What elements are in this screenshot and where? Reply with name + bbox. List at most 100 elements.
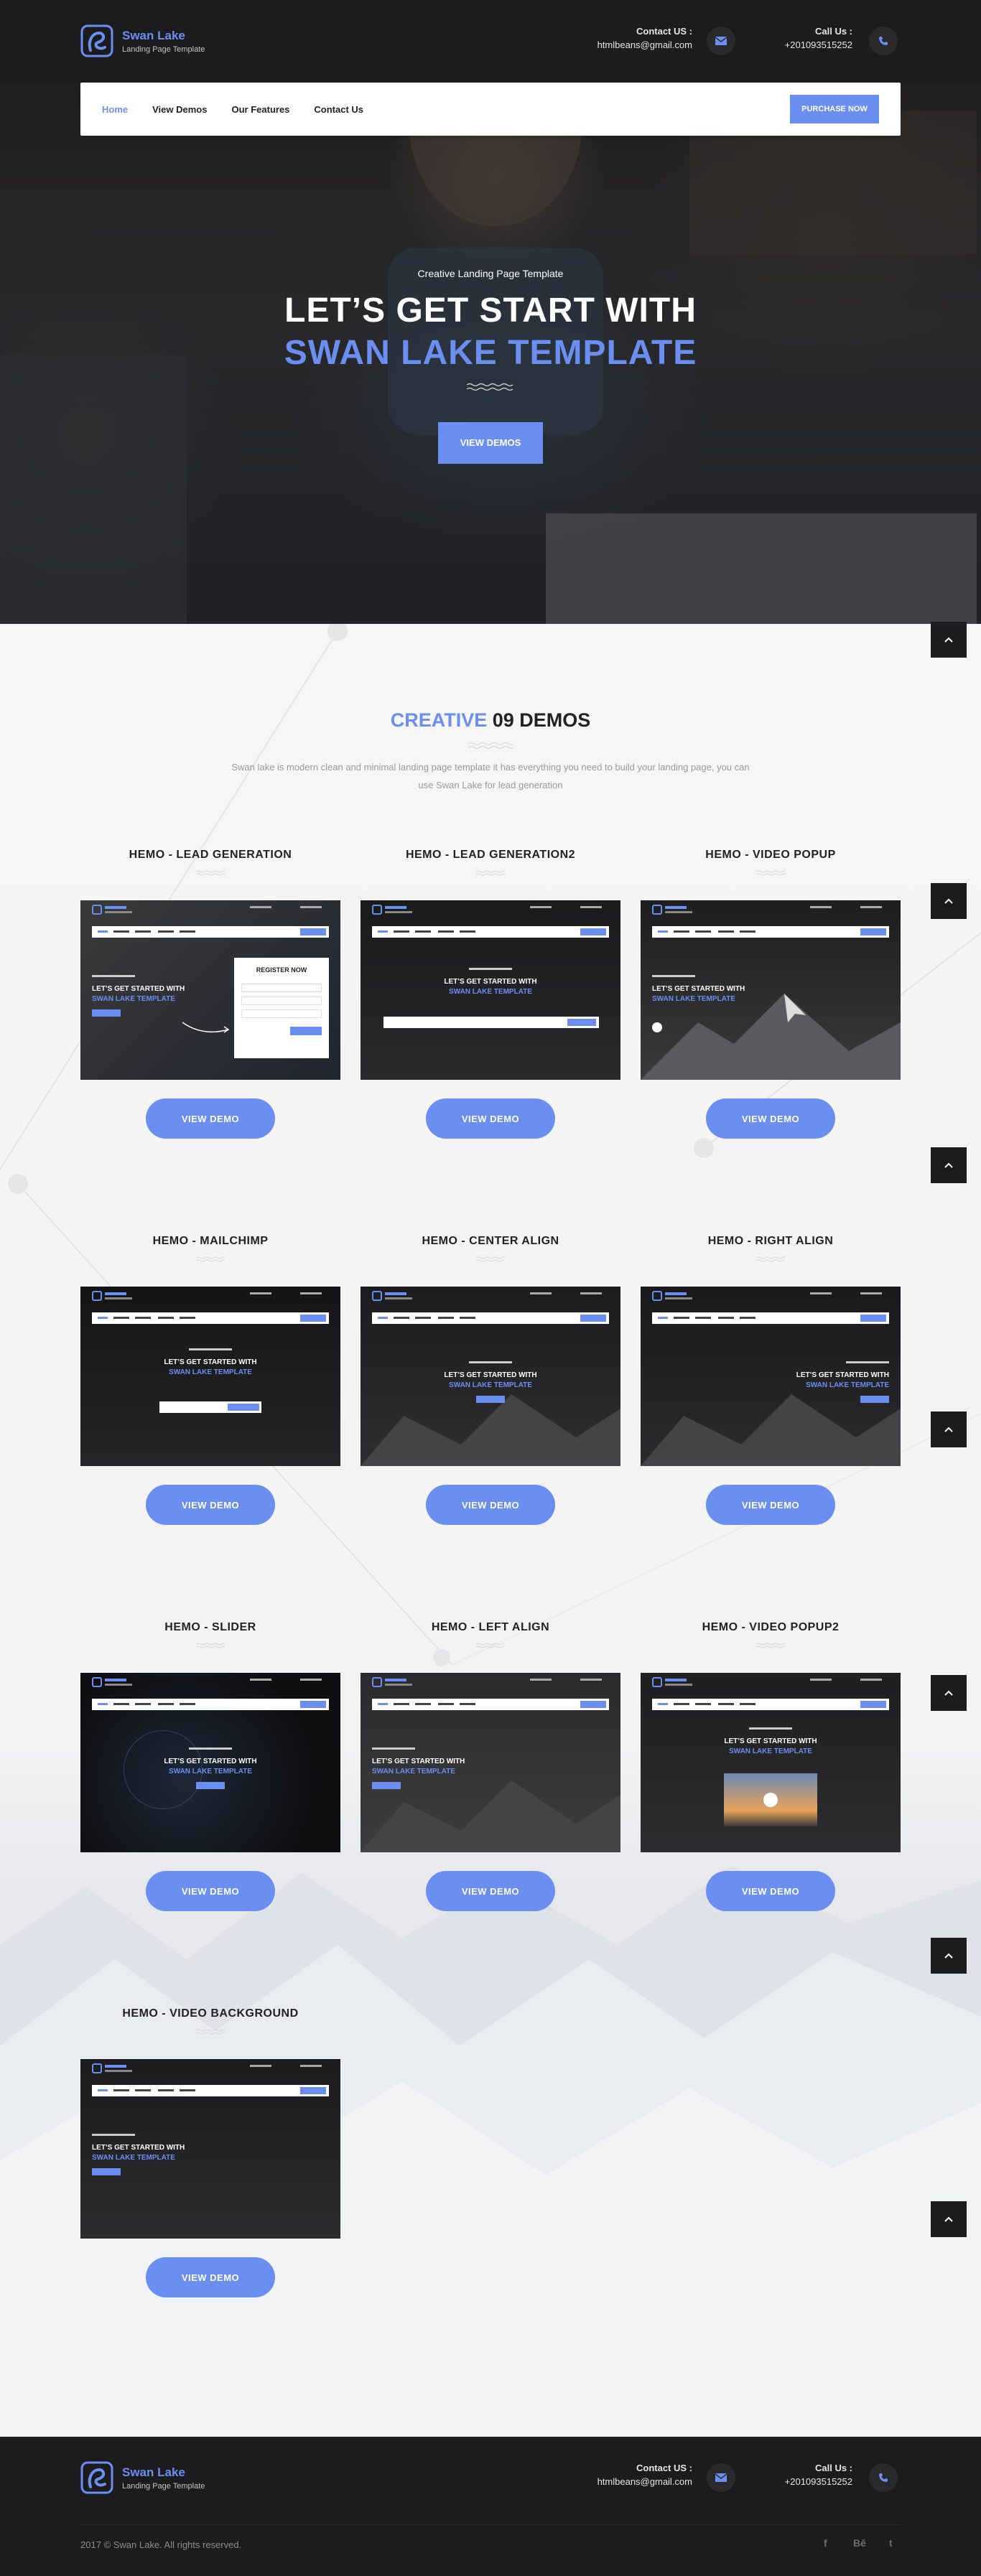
back-to-top-button[interactable]: [931, 1938, 967, 1974]
mini-header: [652, 905, 889, 916]
mini-header: [92, 1677, 329, 1689]
footer-contact-email-value[interactable]: htmlbeans@gmail.com: [546, 2476, 692, 2487]
demo-title: HEMO - VIDEO POPUP2: [702, 1621, 840, 1633]
demo-preview-image[interactable]: LET’S GET STARTED WITH SWAN LAKE TEMPLAT…: [361, 1673, 620, 1852]
logo[interactable]: Swan Lake Landing Page Template: [80, 24, 205, 57]
demo-card: HEMO - CENTER ALIGN LET’S GET STARTED WI…: [361, 1235, 620, 1525]
view-demo-button[interactable]: VIEW DEMO: [426, 1871, 555, 1911]
demo-card: HEMO - VIDEO POPUP2 LET’S GET STARTED WI…: [641, 1621, 901, 1911]
demos-title-rest: 09 DEMOS: [487, 709, 591, 731]
mini-heading-line1: LET’S GET STARTED WITH: [444, 1371, 537, 1379]
demo-card: HEMO - RIGHT ALIGN LET’S GET STARTED WIT…: [641, 1235, 901, 1525]
contact-email: Contact US : htmlbeans@gmail.com: [546, 26, 692, 50]
footer-logo[interactable]: Swan Lake Landing Page Template: [80, 2461, 205, 2494]
demo-title: HEMO - VIDEO BACKGROUND: [122, 2007, 299, 2020]
mini-mountain-image: [641, 994, 901, 1080]
mini-nav: [652, 1312, 889, 1324]
view-demo-button[interactable]: VIEW DEMO: [426, 1098, 555, 1139]
mini-nav: [92, 1699, 329, 1710]
phone-icon: [869, 27, 898, 55]
demos-section: CREATIVE 09 DEMOS Swan lake is modern cl…: [0, 624, 981, 2437]
footer: Swan Lake Landing Page Template Contact …: [0, 2437, 981, 2576]
wave-divider-icon: [756, 870, 785, 876]
footer-contact-phone-label: Call Us :: [814, 2463, 852, 2473]
mini-heading-line1: LET’S GET STARTED WITH: [164, 1758, 257, 1765]
chevron-up-icon: [944, 2216, 953, 2222]
play-icon: [763, 1793, 778, 1807]
mini-register-form: REGISTER NOW: [234, 958, 329, 1058]
demo-title: HEMO - MAILCHIMP: [152, 1235, 269, 1247]
mini-heading-line1: LET’S GET STARTED WITH: [92, 2144, 185, 2152]
footer-contact-phone: Call Us : +201093515252: [761, 2463, 852, 2487]
behance-icon[interactable]: Bē: [853, 2537, 866, 2549]
hero-heading-line2: SWAN LAKE TEMPLATE: [284, 334, 697, 372]
mini-heading-line1: LET’S GET STARTED WITH: [372, 1758, 465, 1765]
contact-email-value[interactable]: htmlbeans@gmail.com: [546, 39, 692, 50]
mini-nav: [92, 1312, 329, 1324]
nav-item-view-demos[interactable]: View Demos: [152, 104, 207, 115]
view-demo-button[interactable]: VIEW DEMO: [706, 1098, 835, 1139]
contact-phone-value[interactable]: +201093515252: [761, 39, 852, 50]
back-to-top-button[interactable]: [931, 1147, 967, 1183]
mini-heading-line2: SWAN LAKE TEMPLATE: [372, 1768, 455, 1775]
play-icon: [652, 1022, 662, 1032]
demo-preview-image[interactable]: LET’S GET STARTED WITH SWAN LAKE TEMPLAT…: [641, 1673, 901, 1852]
wave-divider-icon: [468, 742, 513, 749]
wave-divider-icon: [196, 1256, 225, 1262]
mini-form-title: REGISTER NOW: [256, 966, 307, 974]
demo-preview-image[interactable]: LET’S GET STARTED WITH SWAN LAKE TEMPLAT…: [80, 1287, 340, 1466]
chevron-up-icon: [944, 1953, 953, 1959]
facebook-icon[interactable]: f: [824, 2537, 827, 2549]
demo-preview-image[interactable]: LET’S GET STARTED WITH SWAN LAKE TEMPLAT…: [641, 1287, 901, 1466]
demo-title: HEMO - RIGHT ALIGN: [707, 1235, 834, 1247]
wave-divider-icon: [196, 2029, 225, 2035]
mini-heading-line2: SWAN LAKE TEMPLATE: [449, 988, 532, 996]
back-to-top-button[interactable]: [931, 622, 967, 658]
demo-preview-image[interactable]: REGISTER NOW LET’S GET STARTED WITH SWAN…: [80, 900, 340, 1080]
hero-heading-line1: LET’S GET START WITH: [284, 291, 697, 330]
nav-item-home[interactable]: Home: [102, 104, 128, 115]
view-demo-button[interactable]: VIEW DEMO: [426, 1485, 555, 1525]
demo-card: HEMO - VIDEO BACKGROUND LET’S GET STARTE…: [80, 2007, 340, 2297]
back-to-top-button[interactable]: [931, 1675, 967, 1711]
main-navigation: Home View Demos Our Features Contact Us …: [80, 83, 901, 136]
demo-preview-image[interactable]: LET’S GET STARTED WITH SWAN LAKE TEMPLAT…: [361, 1287, 620, 1466]
view-demo-button[interactable]: VIEW DEMO: [706, 1485, 835, 1525]
mini-nav: [372, 1699, 609, 1710]
mini-nav: [92, 926, 329, 938]
view-demo-button[interactable]: VIEW DEMO: [146, 1098, 275, 1139]
demo-title: HEMO - VIDEO POPUP: [705, 849, 836, 861]
wave-divider-icon: [476, 870, 505, 876]
view-demo-button[interactable]: VIEW DEMO: [146, 1871, 275, 1911]
twitter-icon[interactable]: t: [889, 2537, 893, 2549]
footer-contact-phone-value[interactable]: +201093515252: [761, 2476, 852, 2487]
mini-heading-line2: SWAN LAKE TEMPLATE: [652, 995, 735, 1003]
footer-divider: [80, 2524, 901, 2525]
mini-form-row: [383, 1017, 599, 1028]
demo-preview-image[interactable]: LET’S GET STARTED WITH SWAN LAKE TEMPLAT…: [361, 900, 620, 1080]
nav-item-contact-us[interactable]: Contact Us: [314, 104, 363, 115]
swan-logo-icon: [80, 24, 113, 57]
mini-heading-line2: SWAN LAKE TEMPLATE: [169, 1768, 252, 1775]
top-bar: Swan Lake Landing Page Template Contact …: [0, 0, 981, 83]
view-demo-button[interactable]: VIEW DEMO: [706, 1871, 835, 1911]
view-demos-button[interactable]: VIEW DEMOS: [438, 422, 543, 464]
nav-item-our-features[interactable]: Our Features: [231, 104, 289, 115]
back-to-top-button[interactable]: [931, 1411, 967, 1447]
back-to-top-button[interactable]: [931, 883, 967, 919]
mini-heading-line2: SWAN LAKE TEMPLATE: [169, 1368, 252, 1376]
footer-logo-subtitle: Landing Page Template: [122, 2481, 205, 2491]
demo-preview-image[interactable]: LET’S GET STARTED WITH SWAN LAKE TEMPLAT…: [641, 900, 901, 1080]
demo-card: HEMO - LEAD GENERATION REGISTER NOW LET’…: [80, 849, 340, 1139]
back-to-top-button[interactable]: [931, 2201, 967, 2237]
demo-preview-image[interactable]: LET’S GET STARTED WITH SWAN LAKE TEMPLAT…: [80, 1673, 340, 1852]
demo-preview-image[interactable]: LET’S GET STARTED WITH SWAN LAKE TEMPLAT…: [80, 2059, 340, 2239]
purchase-now-button[interactable]: PURCHASE NOW: [790, 95, 879, 123]
view-demo-button[interactable]: VIEW DEMO: [146, 1485, 275, 1525]
chevron-up-icon: [944, 898, 953, 904]
mini-heading-line2: SWAN LAKE TEMPLATE: [92, 995, 175, 1003]
demo-title: HEMO - LEFT ALIGN: [431, 1621, 550, 1633]
hero-small-title: Creative Landing Page Template: [417, 268, 564, 279]
view-demo-button[interactable]: VIEW DEMO: [146, 2257, 275, 2297]
mini-nav: [372, 926, 609, 938]
